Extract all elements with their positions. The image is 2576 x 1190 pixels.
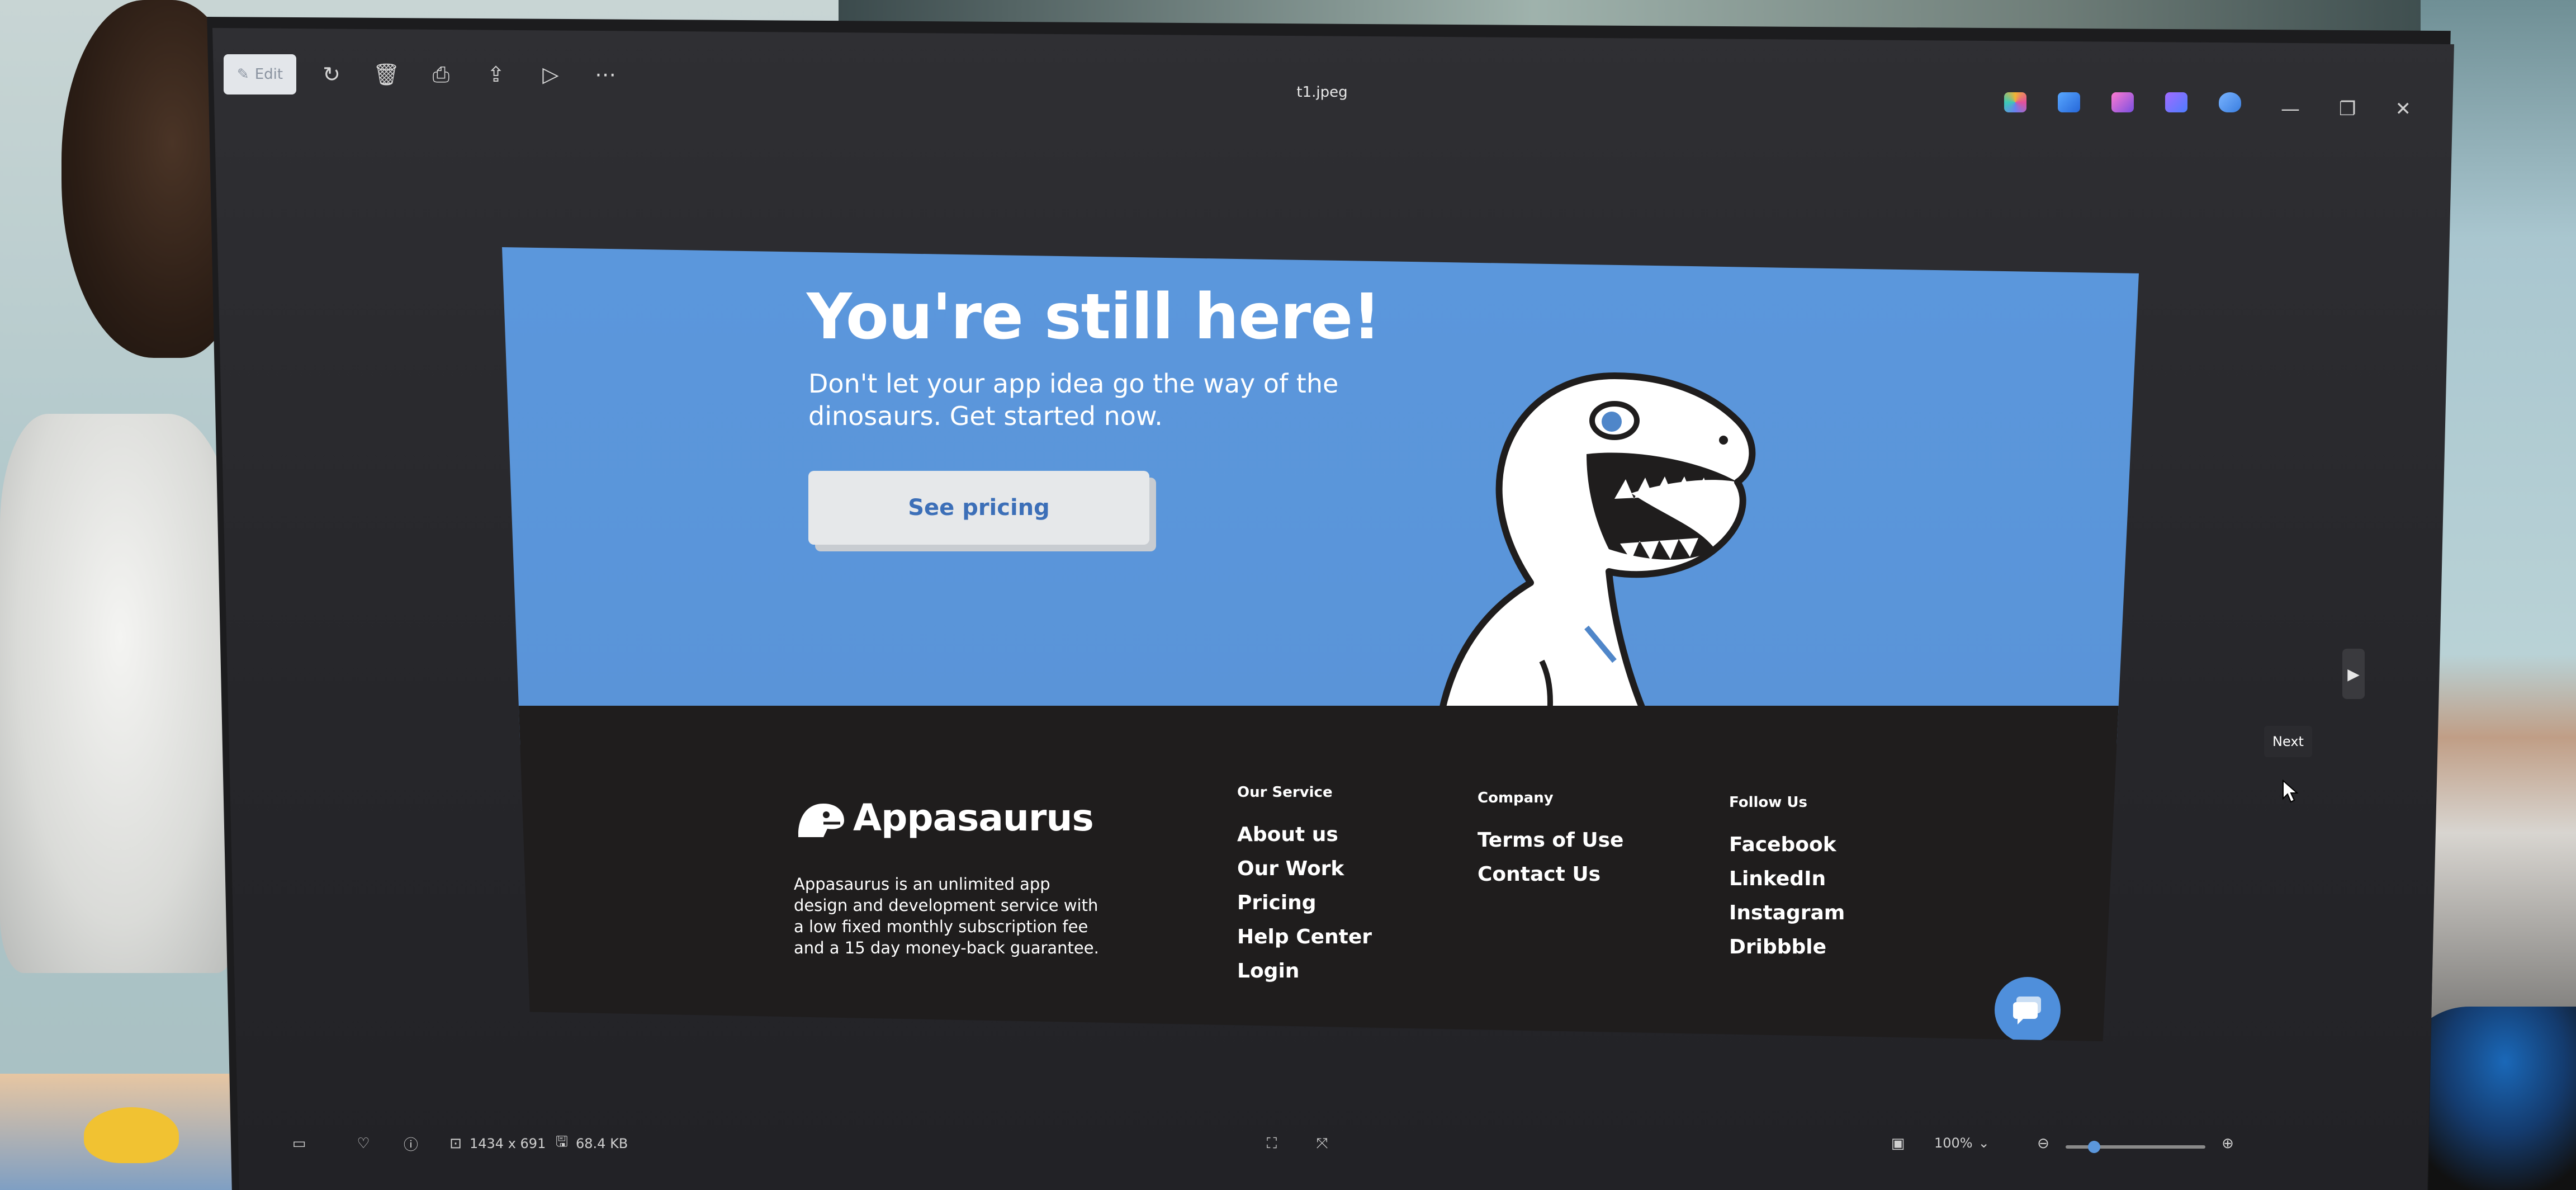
brand-name: Appasaurus: [853, 796, 1094, 839]
zoom-slider[interactable]: [2066, 1141, 2205, 1153]
pencil-icon: ✎: [236, 66, 249, 83]
footer-link-linkedin: LinkedIn: [1729, 867, 1826, 890]
favorite-button[interactable]: ♡: [355, 1135, 372, 1152]
trash-icon: 🗑: [372, 62, 400, 87]
chevron-down-icon: ⌄: [1978, 1135, 1990, 1151]
rotate-button[interactable]: ↻: [312, 55, 351, 94]
chat-icon: [2013, 997, 2041, 1024]
delete-button[interactable]: 🗑: [367, 55, 406, 94]
ellipsis-icon: ⋯: [595, 62, 616, 87]
actual-size-button[interactable]: ⤧: [1314, 1135, 1330, 1152]
mouse-cursor-icon: [2283, 780, 2299, 803]
zoom-dropdown[interactable]: 100% ⌄: [1934, 1135, 1990, 1151]
info-icon: ⓘ: [403, 1136, 418, 1154]
footer-link-login: Login: [1237, 960, 1300, 983]
footer-column-our-service: Our Service About us Our Work Pricing He…: [1237, 784, 1372, 994]
hero-section: You're still here! Don't let your app id…: [502, 247, 2139, 756]
erase-icon[interactable]: [2058, 92, 2080, 112]
generative-icon[interactable]: [2111, 92, 2134, 112]
actual-size-icon: ⤧: [1316, 1135, 1328, 1152]
zoom-in-icon: ⊕: [2222, 1135, 2234, 1152]
see-pricing-button: See pricing: [808, 471, 1149, 545]
next-tooltip: Next: [2264, 726, 2312, 757]
zoom-out-icon: ⊖: [2037, 1135, 2049, 1152]
file-name-title: t1.jpeg: [1296, 84, 1348, 101]
fit-icon: ⛶: [1266, 1135, 1277, 1152]
disk-icon: 🖫: [555, 1134, 569, 1150]
screen-icon: ▣: [1891, 1135, 1905, 1152]
footer-column-follow-us: Follow Us Facebook LinkedIn Instagram Dr…: [1729, 794, 1845, 970]
filmstrip-icon: ▭: [292, 1135, 306, 1152]
chat-bubble-icon: [1995, 977, 2061, 1041]
displayed-image: You're still here! Don't let your app id…: [502, 247, 2139, 1041]
more-options-button[interactable]: ⋯: [586, 55, 625, 94]
footer-link-about-us: About us: [1237, 823, 1338, 846]
footer-link-contact-us: Contact Us: [1478, 863, 1601, 886]
printer-icon: ⎙: [432, 62, 450, 87]
dinosaur-logo-icon: [798, 804, 844, 837]
footer-link-dribbble: Dribbble: [1729, 936, 1827, 958]
image-dimensions: ⊡ 1434 x 691: [447, 1135, 546, 1152]
fullscreen-preview-button[interactable]: ▣: [1890, 1135, 1906, 1152]
share-button[interactable]: ⇪: [476, 55, 515, 94]
desk-left: [0, 1074, 263, 1190]
footer-link-instagram: Instagram: [1729, 901, 1845, 924]
slideshow-icon: ▷: [542, 62, 559, 87]
zoom-in-button[interactable]: ⊕: [2219, 1135, 2236, 1152]
footer-link-terms-of-use: Terms of Use: [1478, 829, 1624, 852]
image-dimensions-text: 1434 x 691: [470, 1136, 546, 1151]
footer-heading: Our Service: [1237, 784, 1333, 801]
footer-column-company: Company Terms of Use Contact Us: [1478, 790, 1623, 897]
footer-heading: Follow Us: [1729, 794, 1807, 811]
file-info-button[interactable]: ⓘ: [402, 1135, 419, 1154]
footer-link-pricing: Pricing: [1237, 891, 1317, 914]
sticker: [84, 1107, 179, 1163]
heart-icon: ♡: [357, 1135, 370, 1152]
copilot-icon[interactable]: [2004, 92, 2026, 112]
footer-heading: Company: [1478, 790, 1554, 806]
hero-subtitle: Don't let your app idea go the way of th…: [808, 369, 1339, 431]
footer-link-facebook: Facebook: [1729, 833, 1836, 856]
hero-title: You're still here!: [807, 281, 1381, 353]
brand: Appasaurus: [793, 790, 1094, 846]
background-blur-icon[interactable]: [2165, 92, 2187, 112]
person-shirt: [0, 414, 240, 973]
close-icon[interactable]: ✕: [2395, 98, 2411, 120]
next-image-button[interactable]: ▶: [2342, 649, 2365, 699]
zoom-out-button[interactable]: ⊖: [2035, 1135, 2052, 1152]
window-controls: — ❐ ✕: [2281, 98, 2411, 120]
footer-link-help-center: Help Center: [1237, 925, 1372, 948]
ai-tools-group: [2004, 92, 2241, 112]
footer-section: Appasaurus Appasaurus is an unlimited ap…: [502, 706, 2139, 1041]
print-button[interactable]: ⎙: [422, 55, 461, 94]
cloud-off-icon[interactable]: [2219, 92, 2241, 112]
zoom-slider-thumb[interactable]: [2088, 1141, 2100, 1153]
brand-description: Appasaurus is an unlimited app design an…: [794, 875, 1099, 957]
edit-label: Edit: [254, 66, 283, 83]
viewer-status-bar: ▭ ♡ ⓘ ⊡ 1434 x 691 🖫 68.4 KB ⛶ ⤧ ▣ 100% …: [291, 1130, 2359, 1169]
file-size-text: 68.4 KB: [576, 1136, 628, 1151]
minimize-icon[interactable]: —: [2281, 98, 2300, 120]
fit-to-window-button[interactable]: ⛶: [1263, 1135, 1280, 1152]
restore-icon[interactable]: ❐: [2339, 98, 2356, 120]
zoom-level: 100%: [1934, 1135, 1973, 1151]
dinosaur-illustration: [1432, 372, 1756, 756]
rotate-icon: ↻: [323, 62, 340, 87]
image-size-icon: ⊡: [449, 1135, 462, 1152]
edit-button[interactable]: ✎ Edit: [224, 54, 296, 95]
slideshow-button[interactable]: ▷: [531, 55, 570, 94]
play-right-icon: ▶: [2347, 665, 2360, 683]
footer-link-our-work: Our Work: [1237, 857, 1344, 880]
share-icon: ⇪: [487, 62, 505, 87]
viewer-toolbar: ✎ Edit ↻ 🗑 ⎙ ⇪ ▷ ⋯: [224, 49, 625, 100]
filmstrip-button[interactable]: ▭: [291, 1135, 307, 1152]
zoom-slider-track[interactable]: [2066, 1141, 2205, 1153]
file-size: 🖫 68.4 KB: [553, 1134, 628, 1152]
